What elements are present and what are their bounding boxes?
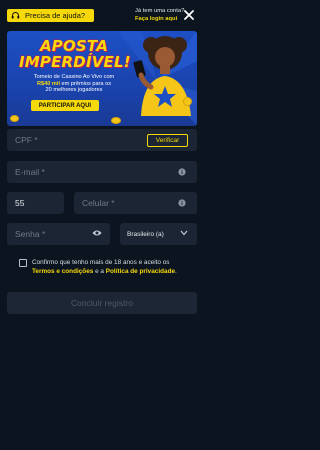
account-question: Já tem uma conta? [135,8,185,14]
banner-desc-line2: R$40 mil em prêmios para os [19,81,129,88]
top-bar: Precisa de ajuda? Já tem uma conta? Faça… [0,0,205,32]
consent-text: Confirmo que tenho mais de 18 anos e ace… [32,258,192,276]
info-icon [178,168,186,176]
country-code-value: 55 [15,198,25,208]
account-prompt: Já tem uma conta? Faça login aqui [135,8,184,23]
banner-description: Torneio de Cassino Ao Vivo com R$40 mil … [19,74,129,94]
banner-desc-line3: 20 melhores jogadores [45,87,103,94]
info-icon [178,199,186,207]
eye-icon[interactable] [92,229,102,237]
coin-icon [111,117,121,124]
banner-title-line1: APOSTA [39,37,109,55]
terms-link[interactable]: Termos e condições [32,268,93,275]
country-code-field[interactable]: 55 [7,192,64,214]
login-link[interactable]: Faça login aqui [135,16,184,24]
banner-title-line2: IMPERDÍVEL! [19,53,131,71]
help-label: Precisa de ajuda? [25,11,86,20]
headset-icon [11,12,20,19]
banner-desc-line1: Torneio de Cassino Ao Vivo com [33,74,115,80]
consent-prefix: Confirmo que tenho mais de 18 anos e ace… [32,259,170,266]
coin-icon [183,97,192,106]
participate-button[interactable]: PARTICIPAR AQUI [31,100,99,111]
privacy-link[interactable]: Política de privacidade [106,268,175,275]
consent-end: . [175,268,177,275]
banner-prize-amount: R$40 mil [36,80,60,87]
coin-icon [10,115,19,122]
email-field[interactable] [7,161,197,183]
nationality-value: Brasileiro (a) [127,230,164,238]
terms-checkbox[interactable] [19,259,27,267]
verify-button[interactable]: Verificar [147,134,188,147]
consent-mid: e a [93,268,106,275]
email-input[interactable] [15,167,197,177]
banner-desc-line2-rest: em prêmios para os [60,80,111,87]
help-button[interactable]: Precisa de ajuda? [7,9,94,22]
chevron-down-icon[interactable] [180,230,188,236]
close-icon[interactable] [184,10,194,20]
complete-registration-button[interactable]: Concluir registro [7,292,197,314]
banner-title: APOSTA IMPERDÍVEL! [19,37,131,71]
promo-banner[interactable]: APOSTA IMPERDÍVEL! Torneio de Cassino Ao… [7,31,197,126]
